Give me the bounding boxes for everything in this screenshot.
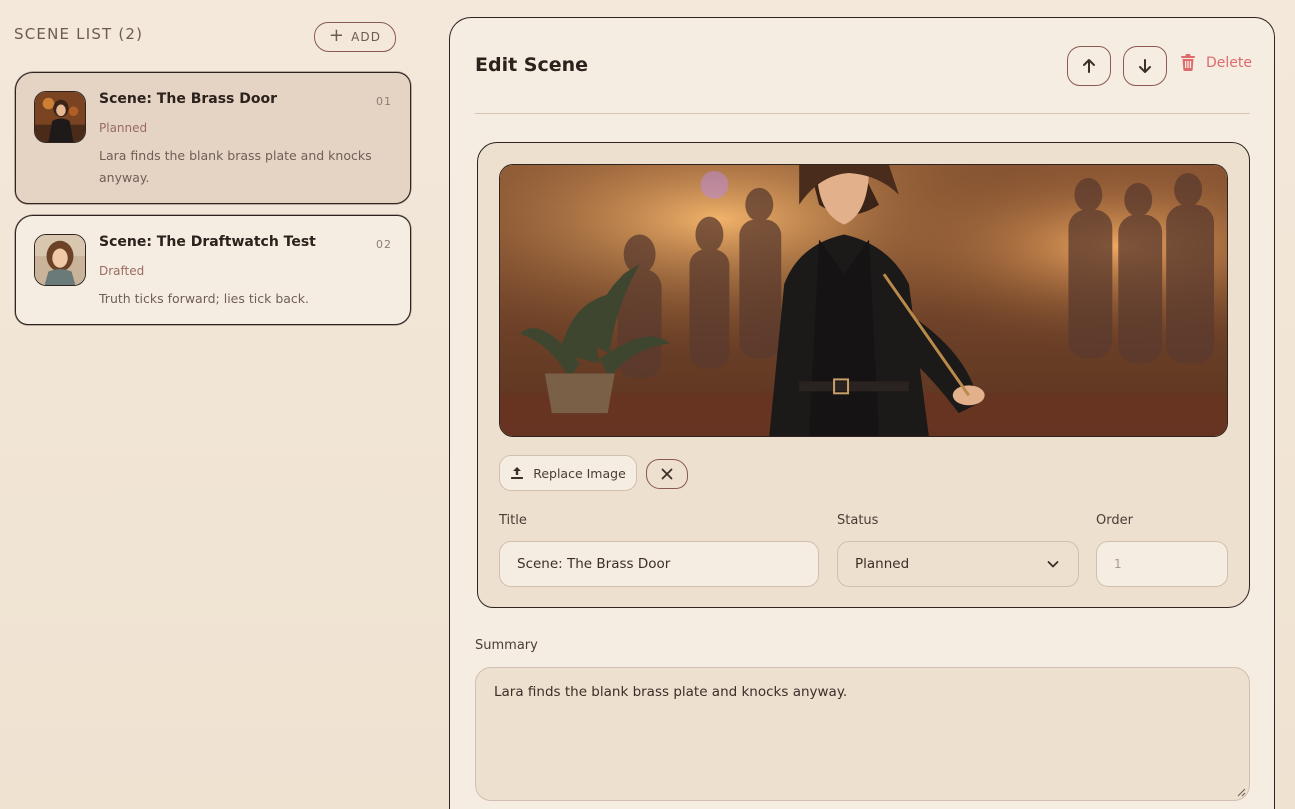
add-scene-label: Add — [351, 30, 382, 44]
chevron-down-icon — [1047, 561, 1059, 568]
scene-status: Drafted — [99, 264, 145, 278]
scene-list-sidebar: Scene List (2) + Add Scene: The Brass Do… — [0, 0, 430, 809]
scene-name: Scene: The Brass Door — [99, 91, 278, 107]
summary-label: Summary — [475, 638, 538, 653]
delete-scene-button[interactable]: Delete — [1180, 54, 1252, 71]
scene-media-section: Replace Image Title Scene: The Brass Doo… — [477, 142, 1250, 608]
arrow-up-icon — [1083, 59, 1095, 73]
scene-number: 01 — [376, 95, 392, 108]
title-value: Scene: The Brass Door — [517, 556, 671, 572]
title-input[interactable]: Scene: The Brass Door — [499, 541, 819, 587]
trash-icon — [1181, 54, 1195, 71]
scene-list-title: Scene List (2) — [14, 25, 144, 43]
order-value: 1 — [1114, 557, 1122, 571]
scene-card-brass-door[interactable]: Scene: The Brass Door 01 Planned Lara fi… — [15, 72, 411, 204]
plus-icon: + — [328, 25, 346, 46]
header-divider — [475, 113, 1250, 114]
arrow-down-icon — [1139, 59, 1151, 73]
move-up-button[interactable] — [1067, 46, 1111, 86]
scene-summary: Truth ticks forward; lies tick back. — [99, 291, 309, 306]
remove-image-button[interactable] — [646, 459, 688, 489]
scene-thumbnail — [34, 91, 86, 143]
resize-grip-icon[interactable] — [1236, 787, 1246, 797]
status-select[interactable]: Planned — [837, 541, 1079, 587]
delete-label: Delete — [1206, 54, 1252, 71]
scene-thumbnail — [34, 234, 86, 286]
scene-hero-image — [499, 164, 1228, 437]
replace-image-label: Replace Image — [533, 465, 626, 481]
status-value: Planned — [855, 556, 910, 572]
scene-name: Scene: The Draftwatch Test — [99, 234, 316, 250]
title-label: Title — [499, 513, 527, 528]
replace-image-button[interactable]: Replace Image — [499, 455, 637, 491]
editor-title: Edit Scene — [475, 54, 589, 76]
scene-summary: Lara finds the blank brass plate and kno… — [99, 148, 372, 185]
scene-card-draftwatch-test[interactable]: Scene: The Draftwatch Test 02 Drafted Tr… — [15, 215, 411, 325]
order-input[interactable]: 1 — [1096, 541, 1228, 587]
close-icon — [661, 468, 673, 480]
sidebar-header: Scene List (2) + Add — [14, 22, 414, 52]
order-label: Order — [1096, 513, 1133, 528]
summary-value: Lara finds the blank brass plate and kno… — [494, 684, 848, 700]
app: Scene List (2) + Add Scene: The Brass Do… — [0, 0, 1295, 809]
upload-icon — [511, 467, 524, 479]
add-scene-button[interactable]: + Add — [314, 22, 396, 52]
edit-scene-panel: Edit Scene Delete Replace Image Title Sc… — [449, 17, 1275, 809]
summary-textarea[interactable]: Lara finds the blank brass plate and kno… — [475, 667, 1250, 801]
scene-status: Planned — [99, 121, 148, 135]
move-down-button[interactable] — [1123, 46, 1167, 86]
status-label: Status — [837, 513, 879, 528]
scene-number: 02 — [376, 238, 392, 251]
